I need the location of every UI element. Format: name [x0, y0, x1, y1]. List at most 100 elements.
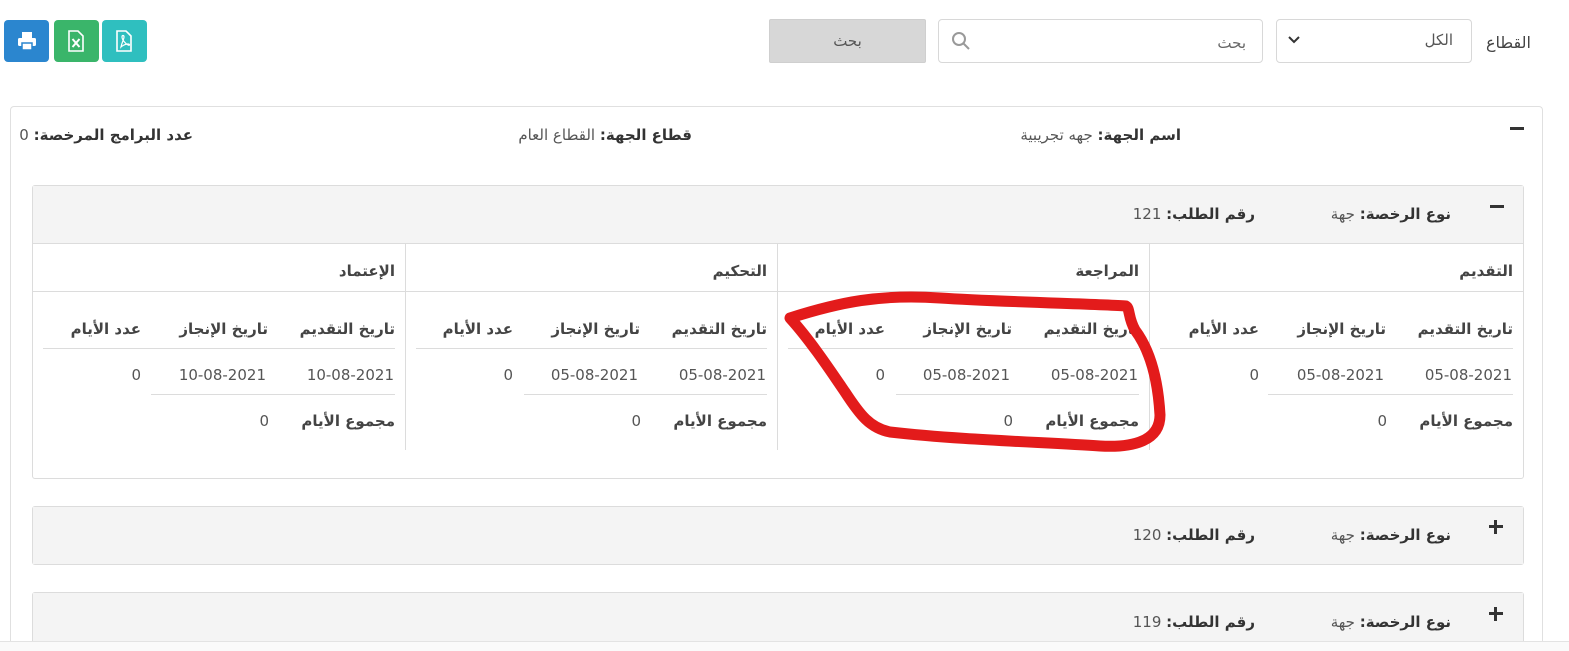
submit-date: 10-08-2021 — [306, 366, 394, 384]
license-type-label: نوع الرخصة: — [1359, 205, 1451, 223]
col-days: عدد الأيام — [442, 320, 513, 338]
request-number: رقم الطلب: 120 — [1133, 526, 1255, 544]
divider — [788, 348, 1139, 349]
request-panel: نوع الرخصة: جهة رقم الطلب: 120 — [32, 506, 1524, 565]
stage-arbitration: التحكيم تاريخ التقديم تاريخ الإنجاز عدد … — [405, 244, 777, 450]
col-done-date: تاريخ الإنجاز — [551, 320, 640, 338]
days-count: 0 — [875, 366, 885, 384]
request-header[interactable]: نوع الرخصة: جهة رقم الطلب: 120 — [33, 507, 1523, 564]
stage-submission: التقديم تاريخ التقديم تاريخ الإنجاز عدد … — [1149, 244, 1523, 450]
days-count: 0 — [503, 366, 513, 384]
stage-review: المراجعة تاريخ التقديم تاريخ الإنجاز عدد… — [777, 244, 1149, 450]
col-done-date: تاريخ الإنجاز — [1297, 320, 1386, 338]
chevron-down-icon — [1288, 36, 1300, 44]
divider — [416, 348, 767, 349]
stage-title: التحكيم — [712, 262, 767, 280]
divider — [406, 291, 777, 292]
request-number-value: 121 — [1132, 205, 1162, 223]
col-days: عدد الأيام — [70, 320, 141, 338]
divider — [1268, 394, 1513, 395]
divider — [1150, 291, 1523, 292]
print-button[interactable] — [4, 20, 49, 62]
collapse-request-icon[interactable] — [1490, 205, 1504, 208]
search-placeholder: بحث — [1217, 34, 1246, 52]
done-date: 05-08-2021 — [1296, 366, 1384, 384]
search-input[interactable]: بحث — [938, 19, 1263, 63]
col-done-date: تاريخ الإنجاز — [179, 320, 268, 338]
col-submit-date: تاريخ التقديم — [299, 320, 395, 338]
entity-sector-value: القطاع العام — [518, 126, 596, 144]
sector-select-value: الكل — [1424, 31, 1453, 49]
done-date: 05-08-2021 — [922, 366, 1010, 384]
done-date: 05-08-2021 — [550, 366, 638, 384]
submit-date: 05-08-2021 — [1424, 366, 1512, 384]
days-count: 0 — [1249, 366, 1259, 384]
stage-title: التقديم — [1459, 262, 1513, 280]
stage-approval: الإعتماد تاريخ التقديم تاريخ الإنجاز عدد… — [33, 244, 405, 450]
divider — [778, 291, 1149, 292]
entity-name-value: جهه تجريبية — [1020, 126, 1093, 144]
request-header[interactable]: نوع الرخصة: جهة رقم الطلب: 121 — [33, 186, 1523, 243]
submit-date: 05-08-2021 — [1050, 366, 1138, 384]
divider — [524, 394, 767, 395]
request-number-label: رقم الطلب: — [1166, 526, 1255, 544]
license-type-label: نوع الرخصة: — [1359, 526, 1451, 544]
total-days-label: مجموع الأيام — [301, 412, 395, 430]
sector-filter-label: القطاع — [1486, 33, 1531, 52]
entity-panel: اسم الجهة: جهه تجريبية قطاع الجهة: القطا… — [10, 106, 1543, 651]
col-done-date: تاريخ الإنجاز — [923, 320, 1012, 338]
expand-request-icon[interactable] — [1489, 520, 1503, 534]
stage-title: الإعتماد — [338, 262, 395, 280]
submit-date: 05-08-2021 — [678, 366, 766, 384]
col-days: عدد الأيام — [1188, 320, 1259, 338]
license-type-value: جهة — [1330, 205, 1355, 223]
done-date: 10-08-2021 — [178, 366, 266, 384]
collapse-entity-icon[interactable] — [1510, 127, 1524, 130]
print-icon — [18, 32, 36, 51]
export-pdf-button[interactable] — [102, 20, 147, 62]
pdf-icon — [116, 30, 132, 52]
days-count: 0 — [131, 366, 141, 384]
total-days-label: مجموع الأيام — [1045, 412, 1139, 430]
license-type: نوع الرخصة: جهة — [1331, 613, 1451, 631]
search-button[interactable]: بحث — [769, 19, 926, 63]
search-button-label: بحث — [833, 32, 862, 50]
stages-table: التقديم تاريخ التقديم تاريخ الإنجاز عدد … — [33, 243, 1523, 451]
request-panel: نوع الرخصة: جهة رقم الطلب: 121 التقديم ت… — [32, 185, 1524, 479]
col-submit-date: تاريخ التقديم — [671, 320, 767, 338]
divider — [151, 394, 395, 395]
total-days-value: 0 — [631, 412, 641, 430]
divider — [33, 291, 405, 292]
request-number: رقم الطلب: 119 — [1133, 613, 1255, 631]
entity-sector-label: قطاع الجهة: — [599, 126, 692, 144]
sector-select[interactable]: الكل — [1276, 19, 1472, 63]
toolbar: القطاع الكل بحث بحث — [0, 0, 1569, 90]
request-number: رقم الطلب: 121 — [1133, 205, 1255, 223]
export-excel-button[interactable] — [54, 20, 99, 62]
license-type-value: جهة — [1330, 526, 1355, 544]
col-submit-date: تاريخ التقديم — [1417, 320, 1513, 338]
license-type: نوع الرخصة: جهة — [1331, 205, 1451, 223]
licensed-programs-label: عدد البرامج المرخصة: — [33, 126, 193, 144]
licensed-programs-value: 0 — [19, 126, 29, 144]
licensed-programs-count: عدد البرامج المرخصة: 0 — [19, 126, 193, 144]
total-days-value: 0 — [1003, 412, 1013, 430]
col-submit-date: تاريخ التقديم — [1043, 320, 1139, 338]
total-days-value: 0 — [1377, 412, 1387, 430]
entity-sector: قطاع الجهة: القطاع العام — [518, 126, 692, 144]
license-type: نوع الرخصة: جهة — [1331, 526, 1451, 544]
license-type-value: جهة — [1330, 613, 1355, 631]
divider — [896, 394, 1139, 395]
license-type-label: نوع الرخصة: — [1359, 613, 1451, 631]
entity-name-label: اسم الجهة: — [1097, 126, 1181, 144]
total-days-value: 0 — [259, 412, 269, 430]
expand-request-icon[interactable] — [1489, 607, 1503, 621]
excel-icon — [68, 30, 84, 52]
request-number-value: 119 — [1132, 613, 1162, 631]
total-days-label: مجموع الأيام — [1419, 412, 1513, 430]
stage-title: المراجعة — [1075, 262, 1139, 280]
col-days: عدد الأيام — [814, 320, 885, 338]
entity-name: اسم الجهة: جهه تجريبية — [1020, 126, 1181, 144]
request-number-label: رقم الطلب: — [1166, 205, 1255, 223]
divider — [43, 348, 395, 349]
